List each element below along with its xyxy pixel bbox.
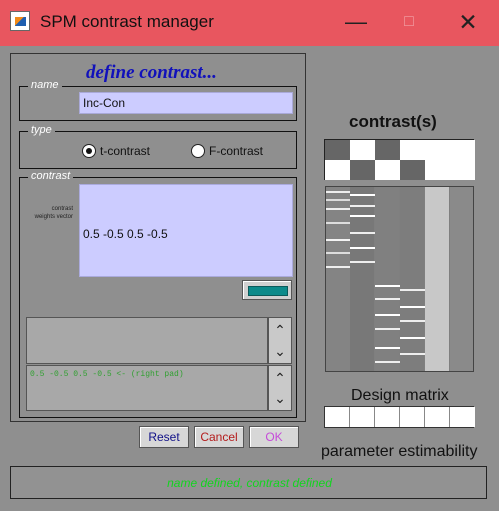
design-matrix-highlight <box>375 285 400 287</box>
design-matrix-highlight <box>350 247 375 249</box>
maximize-button[interactable]: □ <box>392 8 426 36</box>
design-matrix-highlight <box>350 261 375 263</box>
contrast-history-box[interactable]: 0.5 -0.5 0.5 -0.5 <- (right pad) <box>26 365 268 411</box>
design-matrix-column <box>450 187 473 371</box>
status-bar: name defined, contrast defined <box>10 466 487 499</box>
design-matrix-highlight <box>350 194 375 196</box>
t-contrast-label: t-contrast <box>100 144 151 158</box>
contrasts-title: contrast(s) <box>349 112 437 131</box>
name-legend: name <box>28 79 62 91</box>
down-arrow-icon[interactable]: ⌄ <box>269 388 291 408</box>
contrast-cell <box>400 160 425 180</box>
ok-button[interactable]: OK <box>249 426 299 448</box>
reset-button[interactable]: Reset <box>139 426 189 448</box>
contrast-cell <box>425 140 450 160</box>
design-matrix-highlight <box>326 252 350 254</box>
design-matrix-highlight <box>326 208 350 210</box>
design-matrix-highlight <box>400 289 425 291</box>
t-contrast-radio-icon <box>82 144 96 158</box>
type-legend: type <box>28 124 55 136</box>
contrast-cell <box>400 140 425 160</box>
up-arrow-icon[interactable]: ⌃ <box>269 320 291 340</box>
contrast-cell <box>375 140 400 160</box>
close-button[interactable]: ✕ <box>451 8 485 36</box>
design-matrix-column <box>375 187 399 371</box>
estimability-cell <box>425 407 450 427</box>
design-matrix-highlight <box>375 347 400 349</box>
design-matrix-highlight <box>326 191 350 193</box>
status-message: name defined, contrast defined <box>167 476 332 490</box>
contrast-cell <box>450 160 475 180</box>
contrast-history-text: 0.5 -0.5 0.5 -0.5 <- (right pad) <box>30 370 184 379</box>
parameter-estimability-bar <box>324 406 475 428</box>
minimize-button[interactable]: — <box>339 8 373 36</box>
design-matrix-highlight <box>400 353 425 355</box>
contrast-cell <box>325 160 350 180</box>
contrast-weights-value: 0.5 -0.5 0.5 -0.5 <box>83 227 168 241</box>
f-contrast-radio[interactable]: F-contrast <box>191 142 263 160</box>
design-matrix-highlight <box>375 328 400 330</box>
contrast-cell <box>350 140 375 160</box>
contrast-list-scrollbar[interactable]: ⌃ ⌄ <box>268 317 292 364</box>
estimability-cell <box>325 407 350 427</box>
estimability-cell <box>350 407 375 427</box>
design-matrix-highlight <box>400 320 425 322</box>
estimability-cell <box>400 407 425 427</box>
f-contrast-label: F-contrast <box>209 144 264 158</box>
contrast-cell <box>325 140 350 160</box>
design-matrix-column <box>326 187 350 371</box>
design-matrix-highlight <box>400 337 425 339</box>
contrast-weights-input[interactable]: 0.5 -0.5 0.5 -0.5 <box>79 184 293 277</box>
submit-weights-button[interactable] <box>242 280 292 300</box>
define-contrast-heading: define contrast... <box>86 62 217 83</box>
title-bar: SPM contrast manager — □ ✕ <box>0 0 499 46</box>
contrast-cell <box>425 160 450 180</box>
design-matrix-highlight <box>326 222 350 224</box>
f-contrast-radio-icon <box>191 144 205 158</box>
design-matrix-highlight <box>375 361 400 363</box>
design-matrix-highlight <box>350 232 375 234</box>
estimability-cell <box>375 407 400 427</box>
window-title: SPM contrast manager <box>40 12 214 31</box>
spm-window-icon <box>10 11 30 31</box>
contrast-weights-grid <box>324 139 475 180</box>
parameter-estimability-title: parameter estimability <box>321 443 478 460</box>
down-arrow-icon[interactable]: ⌄ <box>269 341 291 361</box>
t-contrast-radio[interactable]: t-contrast <box>82 142 150 160</box>
history-scrollbar[interactable]: ⌃ ⌄ <box>268 365 292 411</box>
design-matrix <box>325 186 474 372</box>
design-matrix-highlight <box>375 298 400 300</box>
design-matrix-highlight <box>350 205 375 207</box>
cancel-button[interactable]: Cancel <box>194 426 244 448</box>
design-matrix-highlight <box>350 215 375 217</box>
design-matrix-highlight <box>326 266 350 268</box>
contrast-legend: contrast <box>28 170 74 182</box>
design-matrix-column <box>425 187 449 371</box>
design-matrix-title: Design matrix <box>351 387 449 404</box>
contrast-name-input[interactable]: Inc-Con <box>79 92 293 114</box>
estimability-cell <box>450 407 475 427</box>
design-matrix-highlight <box>326 199 350 201</box>
contrast-weights-label: contrast weights vector <box>34 206 73 220</box>
design-matrix-highlight <box>375 314 400 316</box>
contrast-cell <box>450 140 475 160</box>
up-arrow-icon[interactable]: ⌃ <box>269 368 291 388</box>
contrast-list-box[interactable] <box>26 317 268 364</box>
design-matrix-column <box>400 187 424 371</box>
contrast-cell <box>375 160 400 180</box>
design-matrix-highlight <box>326 239 350 241</box>
contrast-cell <box>350 160 375 180</box>
design-matrix-highlight <box>400 306 425 308</box>
